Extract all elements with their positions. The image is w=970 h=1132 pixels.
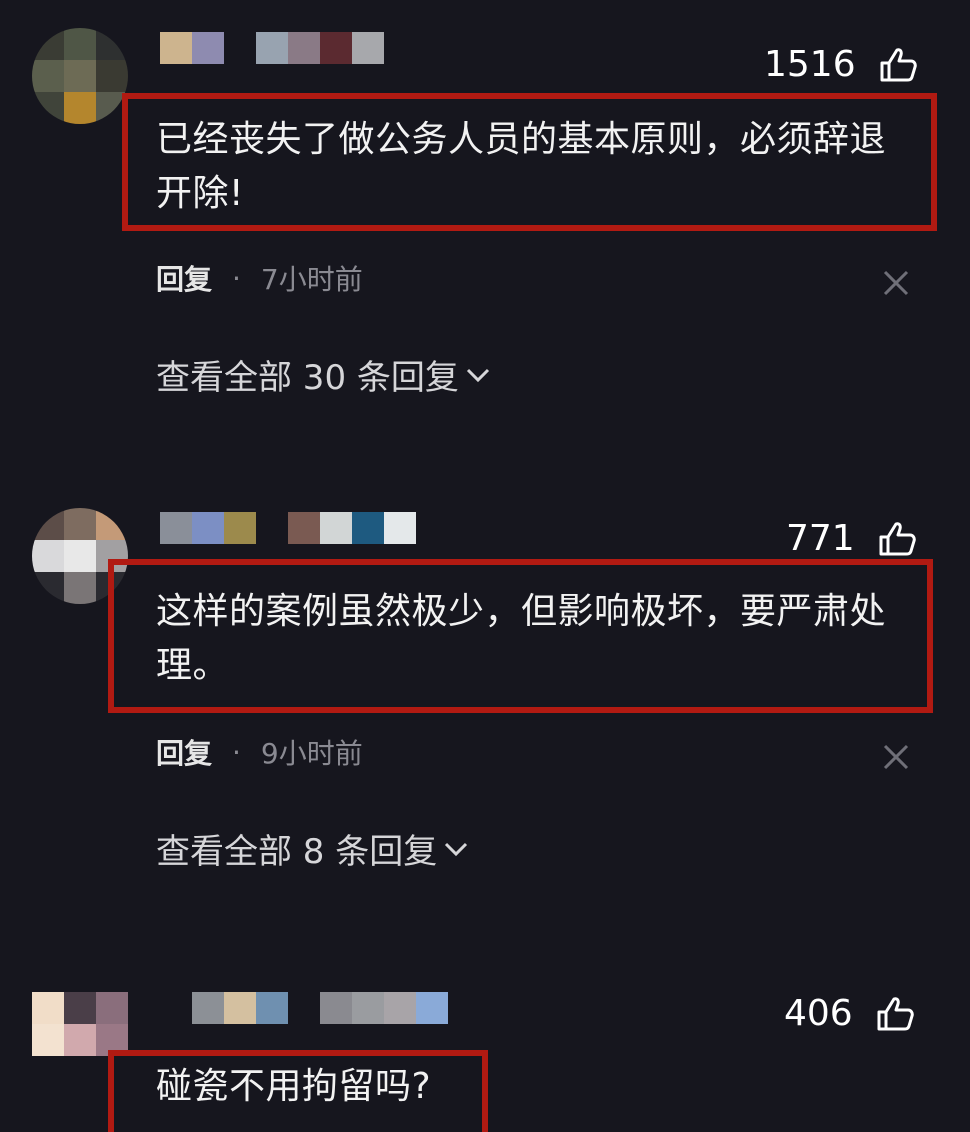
- avatar-pixel: [96, 992, 128, 1024]
- like-control[interactable]: 406: [784, 993, 915, 1034]
- name-pixel: [416, 992, 448, 1024]
- thumbs-up-icon[interactable]: [875, 994, 915, 1034]
- avatar-pixel: [64, 992, 96, 1024]
- username-blurred[interactable]: [192, 992, 448, 1024]
- avatar-pixel: [32, 992, 64, 1024]
- avatar-pixel: [64, 1024, 96, 1056]
- avatar[interactable]: [32, 992, 128, 1056]
- comment-text: 碰瓷不用拘留吗?: [156, 1066, 432, 1107]
- name-pixel: [192, 992, 224, 1024]
- name-pixel: [256, 992, 288, 1024]
- like-count: 406: [784, 993, 853, 1034]
- avatar-pixel: [32, 1024, 64, 1056]
- name-pixel: [352, 992, 384, 1024]
- name-pixel: [320, 992, 352, 1024]
- comment-item: 406 碰瓷不用拘留吗?: [0, 0, 970, 1132]
- name-gap: [288, 992, 320, 1024]
- name-pixel: [224, 992, 256, 1024]
- name-pixel: [384, 992, 416, 1024]
